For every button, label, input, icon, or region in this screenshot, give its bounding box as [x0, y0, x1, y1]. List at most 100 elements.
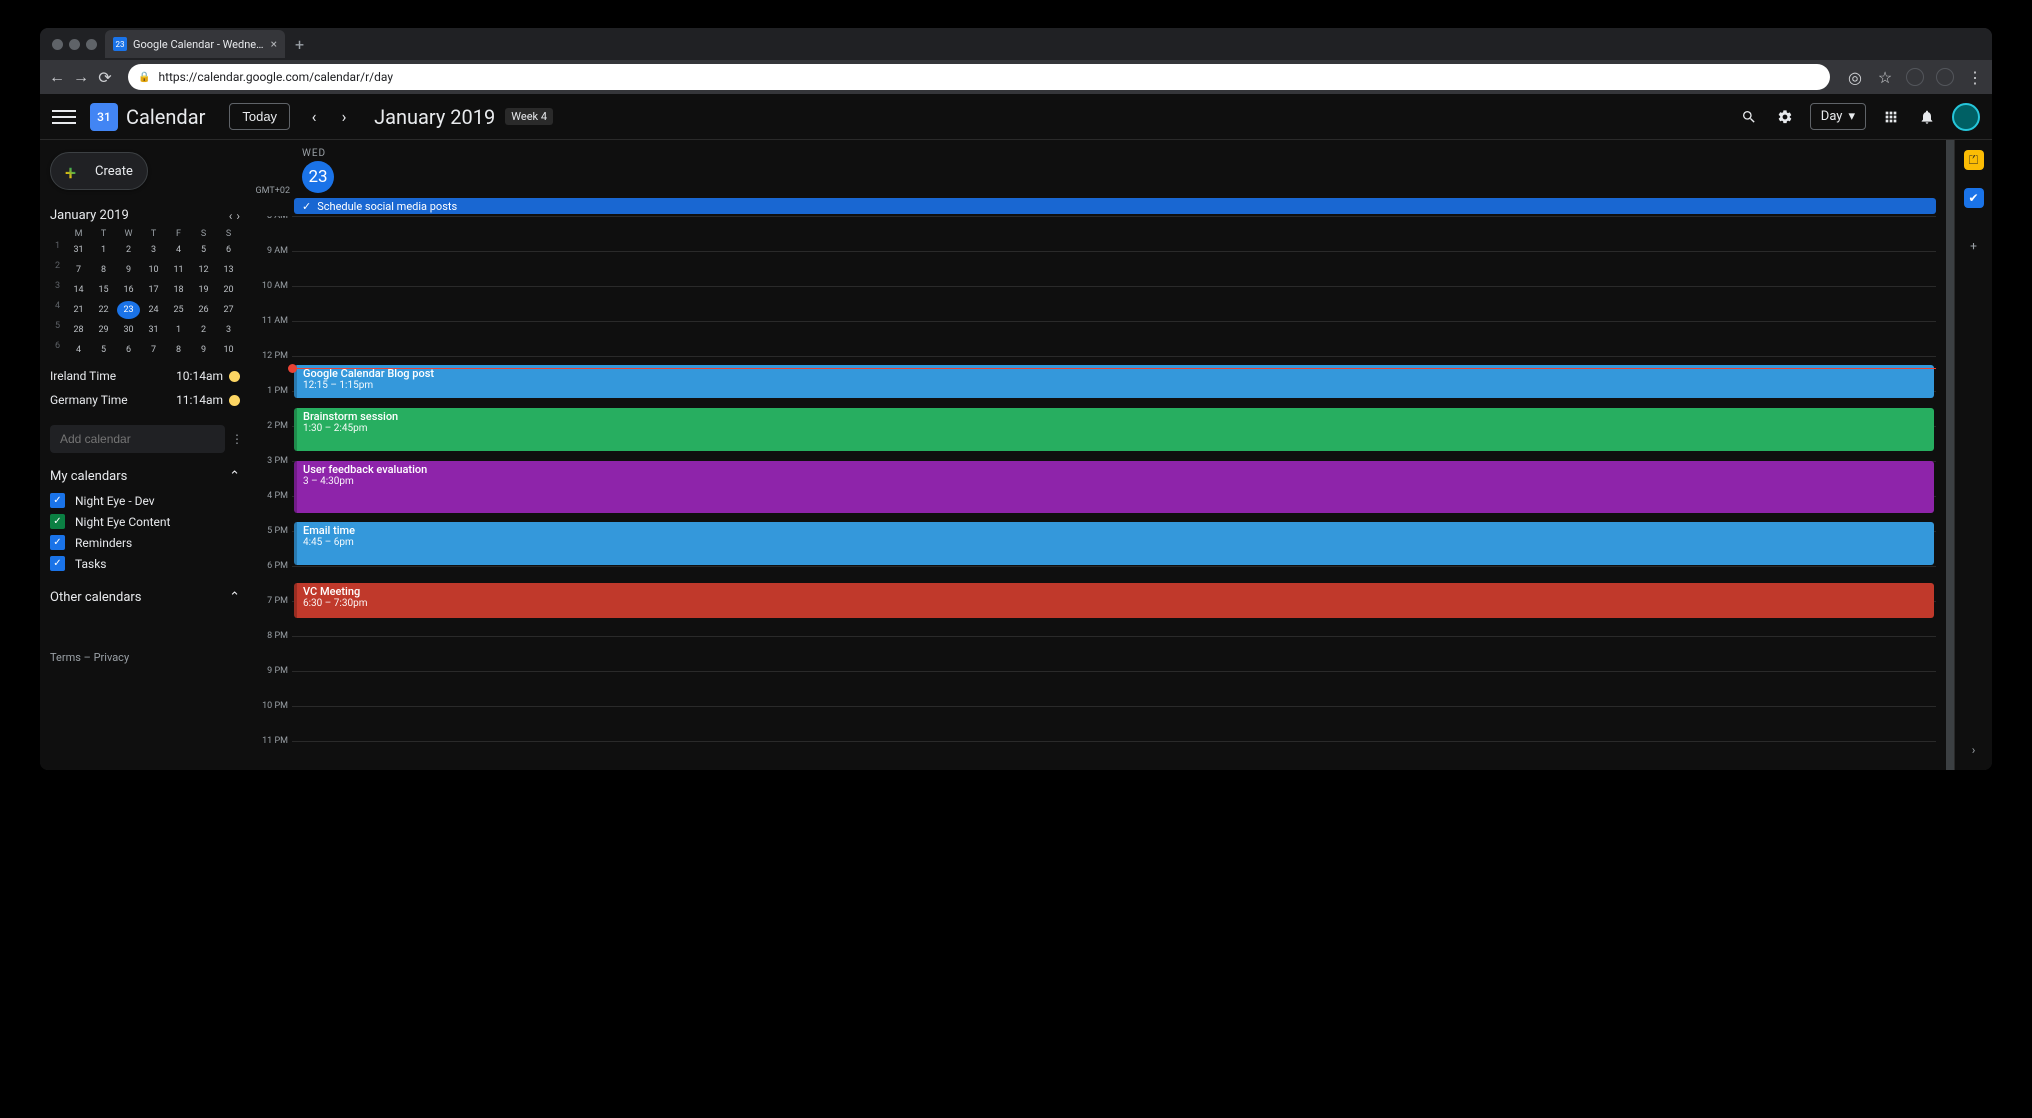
create-button[interactable]: Create	[50, 152, 148, 190]
calendar-event[interactable]: Email time4:45 – 6pm	[294, 522, 1934, 565]
day-number-badge[interactable]: 23	[302, 161, 334, 193]
close-tab-icon[interactable]: ×	[271, 37, 277, 51]
mini-day-cell[interactable]: 31	[67, 241, 90, 259]
calendar-list-item[interactable]: ✓Night Eye Content	[50, 511, 240, 532]
tasks-app-icon[interactable]: ✔	[1964, 188, 1984, 208]
mini-day-cell[interactable]: 13	[217, 261, 240, 279]
mini-day-cell[interactable]: 28	[67, 321, 90, 339]
mini-day-cell[interactable]: 30	[117, 321, 140, 339]
chevron-up-icon[interactable]: ⌃	[229, 590, 240, 605]
mini-prev-month[interactable]: ‹	[229, 209, 233, 223]
mini-day-cell[interactable]: 5	[192, 241, 215, 259]
mini-day-cell[interactable]: 15	[92, 281, 115, 299]
mini-day-cell[interactable]: 10	[142, 261, 165, 279]
mini-day-cell[interactable]: 5	[92, 341, 115, 359]
calendar-checkbox[interactable]: ✓	[50, 514, 65, 529]
calendar-checkbox[interactable]: ✓	[50, 556, 65, 571]
mini-day-cell[interactable]: 2	[192, 321, 215, 339]
notifications-button[interactable]	[1916, 106, 1938, 128]
add-calendar-input[interactable]	[50, 425, 225, 453]
calendar-event[interactable]: Brainstorm session1:30 – 2:45pm	[294, 408, 1934, 451]
mini-day-cell[interactable]: 8	[92, 261, 115, 279]
prev-period-button[interactable]: ‹	[300, 103, 328, 131]
mini-day-cell[interactable]: 23	[117, 301, 140, 319]
mini-day-cell[interactable]: 7	[67, 261, 90, 279]
mini-day-cell[interactable]: 24	[142, 301, 165, 319]
mini-day-cell[interactable]: 25	[167, 301, 190, 319]
collapse-panel-button[interactable]: ›	[1964, 740, 1984, 760]
calendar-checkbox[interactable]: ✓	[50, 535, 65, 550]
calendar-checkbox[interactable]: ✓	[50, 493, 65, 508]
close-window[interactable]	[52, 39, 63, 50]
account-avatar[interactable]	[1952, 103, 1980, 131]
terms-link[interactable]: Terms	[50, 651, 81, 664]
calendar-event[interactable]: User feedback evaluation3 – 4:30pm	[294, 461, 1934, 513]
bookmark-star-icon[interactable]: ☆	[1876, 68, 1894, 86]
add-calendar-menu[interactable]: ⋮	[231, 432, 243, 446]
apps-grid-button[interactable]	[1880, 106, 1902, 128]
mini-day-cell[interactable]: 29	[92, 321, 115, 339]
chevron-up-icon[interactable]: ⌃	[229, 469, 240, 484]
calendar-event[interactable]: Google Calendar Blog post12:15 – 1:15pm	[294, 365, 1934, 398]
mini-day-cell[interactable]: 3	[217, 321, 240, 339]
mini-day-cell[interactable]: 14	[67, 281, 90, 299]
site-permissions-icon[interactable]: ◎	[1846, 68, 1864, 86]
mini-day-cell[interactable]: 16	[117, 281, 140, 299]
view-selector[interactable]: Day ▾	[1810, 103, 1866, 130]
mini-day-cell[interactable]: 1	[167, 321, 190, 339]
new-tab-button[interactable]: +	[295, 35, 304, 54]
mini-day-cell[interactable]: 17	[142, 281, 165, 299]
url-input[interactable]: 🔒 https://calendar.google.com/calendar/r…	[128, 64, 1830, 90]
back-button[interactable]: ←	[48, 68, 66, 86]
extension-icon[interactable]	[1906, 68, 1924, 86]
mini-day-cell[interactable]: 27	[217, 301, 240, 319]
mini-day-cell[interactable]: 8	[167, 341, 190, 359]
keep-app-icon[interactable]: ⏍	[1964, 150, 1984, 170]
mini-day-cell[interactable]: 21	[67, 301, 90, 319]
today-button[interactable]: Today	[229, 103, 290, 130]
mini-day-cell[interactable]: 9	[192, 341, 215, 359]
privacy-link[interactable]: Privacy	[94, 651, 130, 664]
search-button[interactable]	[1738, 106, 1760, 128]
mini-day-cell[interactable]: 6	[217, 241, 240, 259]
mini-day-cell[interactable]: 26	[192, 301, 215, 319]
mini-day-cell[interactable]: 3	[142, 241, 165, 259]
extension-icon[interactable]	[1936, 68, 1954, 86]
maximize-window[interactable]	[86, 39, 97, 50]
calendar-list-item[interactable]: ✓Night Eye - Dev	[50, 490, 240, 511]
reload-button[interactable]: ⟳	[96, 68, 114, 86]
mini-day-cell[interactable]: 31	[142, 321, 165, 339]
calendar-list-item[interactable]: ✓Reminders	[50, 532, 240, 553]
day-grid[interactable]: 8 AM9 AM10 AM11 AM12 PM1 PM2 PM3 PM4 PM5…	[250, 216, 1946, 770]
settings-button[interactable]	[1774, 106, 1796, 128]
scrollbar[interactable]	[1946, 140, 1954, 770]
app-logo[interactable]: 31 Calendar	[90, 103, 205, 131]
mini-day-cell[interactable]: 9	[117, 261, 140, 279]
mini-next-month[interactable]: ›	[236, 209, 240, 223]
mini-day-cell[interactable]: 4	[67, 341, 90, 359]
main-menu-button[interactable]	[52, 105, 76, 129]
browser-menu-icon[interactable]: ⋮	[1966, 68, 1984, 86]
mini-day-cell[interactable]: 2	[117, 241, 140, 259]
mini-day-cell[interactable]: 11	[167, 261, 190, 279]
calendar-list-item[interactable]: ✓Tasks	[50, 553, 240, 574]
mini-day-cell[interactable]: 20	[217, 281, 240, 299]
all-day-event[interactable]: ✓ Schedule social media posts	[294, 198, 1936, 214]
mini-day-cell[interactable]: 4	[167, 241, 190, 259]
browser-tab[interactable]: 23 Google Calendar - Wednesday ×	[105, 30, 285, 58]
forward-button[interactable]: →	[72, 68, 90, 86]
mini-day-cell[interactable]: 12	[192, 261, 215, 279]
minimize-window[interactable]	[69, 39, 80, 50]
mini-day-cell[interactable]: 10	[217, 341, 240, 359]
my-calendars-header[interactable]: My calendars	[50, 469, 127, 484]
mini-calendar[interactable]: MTWTFSS131123456278910111213314151617181…	[50, 229, 240, 359]
mini-day-cell[interactable]: 6	[117, 341, 140, 359]
mini-day-cell[interactable]: 19	[192, 281, 215, 299]
next-period-button[interactable]: ›	[330, 103, 358, 131]
mini-day-cell[interactable]: 18	[167, 281, 190, 299]
mini-day-cell[interactable]: 7	[142, 341, 165, 359]
mini-day-cell[interactable]: 1	[92, 241, 115, 259]
add-addon-button[interactable]: +	[1964, 236, 1984, 256]
mini-day-cell[interactable]: 22	[92, 301, 115, 319]
calendar-event[interactable]: VC Meeting6:30 – 7:30pm	[294, 583, 1934, 618]
